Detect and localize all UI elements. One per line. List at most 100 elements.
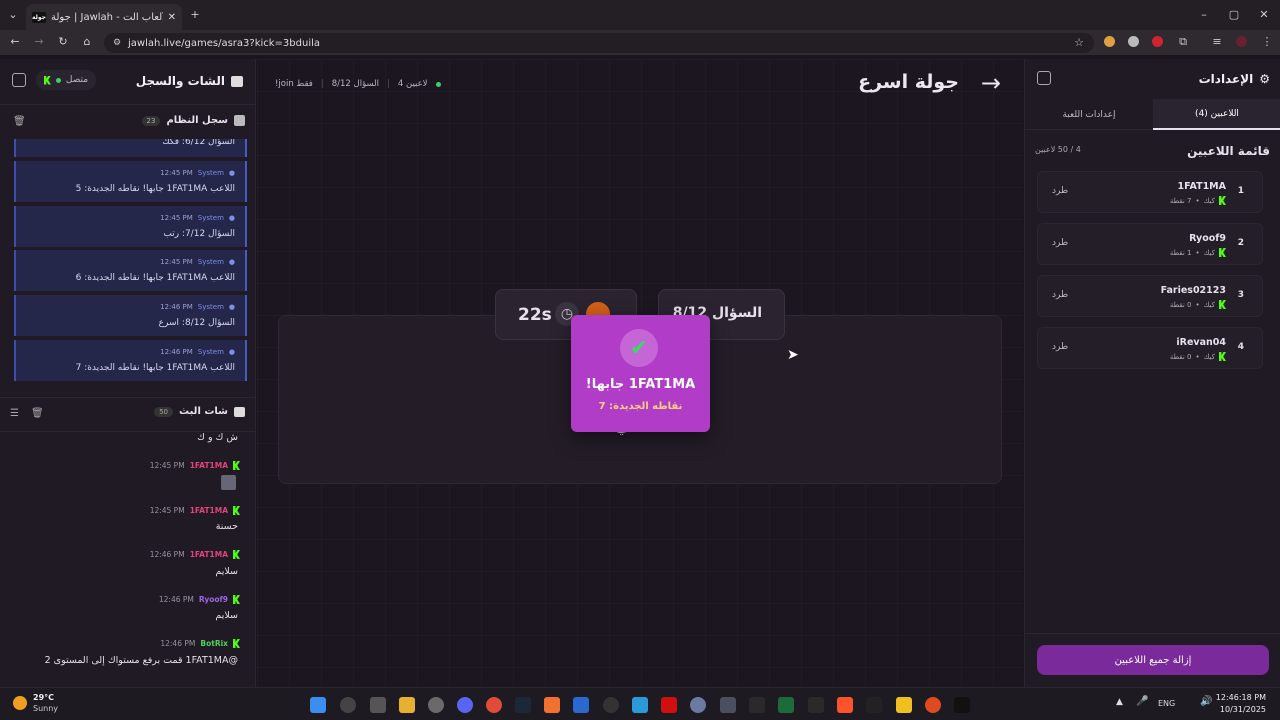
collapse-panel-icon[interactable] xyxy=(1037,71,1051,85)
epic-games-icon[interactable] xyxy=(808,697,824,713)
back-arrow-icon[interactable]: → xyxy=(981,69,1001,97)
tray-chevron-icon[interactable]: ▲ xyxy=(1116,697,1123,707)
connection-status: متصل xyxy=(36,70,96,90)
tab-search-icon[interactable]: ⌄ xyxy=(6,8,20,22)
popup-subtitle: نقاطه الجديدة: 7 xyxy=(598,401,683,412)
new-tab-icon[interactable]: + xyxy=(188,8,202,22)
system-log-list: السؤال 6/12: فكك 12:45 PM System ● اللاعب 1… xyxy=(0,139,256,469)
discord-icon[interactable] xyxy=(457,697,473,713)
forward-icon[interactable]: → xyxy=(32,35,46,49)
task-view-icon[interactable] xyxy=(370,697,386,713)
extensions-icon[interactable]: ⧉ xyxy=(1176,35,1190,49)
kick-player-button[interactable]: طرد xyxy=(1052,290,1068,300)
settings-icon[interactable] xyxy=(690,697,706,713)
correct-answer-popup: ✔ 1FAT1MA جابها! نقاطه الجديدة: 7 xyxy=(571,315,710,432)
online-dot-icon xyxy=(55,77,61,83)
profile-avatar[interactable] xyxy=(1236,36,1247,47)
stream-chat-list: ش ك و ك 12:45 PM 1FAT1MA 12:45 PM 1FAT1MA … xyxy=(0,431,256,687)
tab-players[interactable]: اللاعبين (4) xyxy=(1153,99,1280,130)
chat-meta: 12:46 PM BotRix xyxy=(160,639,240,648)
brave-icon[interactable] xyxy=(837,697,853,713)
kick-player-button[interactable]: طرد xyxy=(1052,186,1068,196)
maximize-icon[interactable]: ▢ xyxy=(1227,8,1241,22)
volume-icon[interactable]: 🔊 xyxy=(1200,696,1212,707)
browser-toolbar: ← → ↻ ⌂ ⚙ jawlah.live/games/asra3?kick=3… xyxy=(0,30,1280,55)
app-icon[interactable] xyxy=(544,697,560,713)
players-list-title: قائمة اللاعبين xyxy=(1187,144,1270,158)
reload-icon[interactable]: ↻ xyxy=(56,35,70,49)
media-icon[interactable]: ≡ xyxy=(1210,35,1224,49)
settings-header: ⚙ الإعدادات xyxy=(1199,72,1270,86)
chat-meta: 12:45 PM 1FAT1MA xyxy=(150,461,240,470)
tab-close-icon[interactable]: ✕ xyxy=(168,12,176,23)
trash-icon[interactable]: 🗑 xyxy=(31,408,44,419)
chat-header: الشات والسجل xyxy=(136,74,243,88)
chat-message-text: سلايم xyxy=(215,610,238,621)
extension-icon[interactable] xyxy=(1104,36,1115,47)
app-icon[interactable] xyxy=(954,697,970,713)
game-status-bar: !join فقط | السؤال 8/12 | 4 لاعبين xyxy=(275,79,441,89)
browser-tab-bar: ⌄ جولة جولة | Jawlah - منصة الألعاب الت.… xyxy=(0,0,1280,30)
chat-icon xyxy=(234,406,245,417)
tab-title: جولة | Jawlah - منصة الألعاب الت... xyxy=(51,11,163,23)
app-icon[interactable] xyxy=(428,697,444,713)
list-item: 12:45 PM System ● السؤال 7/12: رتب xyxy=(14,206,247,247)
close-window-icon[interactable]: ✕ xyxy=(1257,8,1271,22)
app-icon[interactable] xyxy=(720,697,736,713)
mic-icon[interactable]: 🎤 xyxy=(1136,696,1148,707)
player-name: iRevan04 xyxy=(1176,337,1226,348)
app-icon[interactable] xyxy=(896,697,912,713)
log-count-badge: 23 xyxy=(141,115,161,126)
stream-chat-title: شات البث xyxy=(179,406,228,417)
language-indicator[interactable]: ENG xyxy=(1158,699,1175,708)
site-info-icon[interactable]: ⚙ xyxy=(110,36,124,50)
file-explorer-icon[interactable] xyxy=(399,697,415,713)
app-icon[interactable] xyxy=(866,697,882,713)
kick-player-button[interactable]: طرد xyxy=(1052,342,1068,352)
app-icon[interactable] xyxy=(603,697,619,713)
kick-player-button[interactable]: طرد xyxy=(1052,238,1068,248)
app-icon[interactable] xyxy=(573,697,589,713)
chrome-icon[interactable] xyxy=(486,697,502,713)
address-bar[interactable]: ⚙ jawlah.live/games/asra3?kick=3bduila ☆ xyxy=(104,33,1094,53)
info-icon xyxy=(234,115,245,126)
chat-message-text: ش ك و ك xyxy=(197,432,238,443)
steam-icon[interactable] xyxy=(515,697,531,713)
chat-message-text: @1FAT1MA قمت برفع مستواك إلى المستوى 2 xyxy=(44,655,238,666)
trash-icon[interactable]: 🗑 xyxy=(13,116,26,127)
start-icon[interactable] xyxy=(310,697,326,713)
shield-icon[interactable] xyxy=(1128,36,1139,47)
search-icon[interactable] xyxy=(340,697,356,713)
player-row: 3 Faries02123 كيك • 0 نقطة طرد xyxy=(1037,275,1263,317)
tab-game-settings[interactable]: إعدادات اللعبة xyxy=(1025,99,1153,130)
settings-tabs: إعدادات اللعبة اللاعبين (4) xyxy=(1025,99,1280,130)
netflix-icon[interactable] xyxy=(661,697,677,713)
mouse-cursor-icon: ➤ xyxy=(787,347,799,363)
app-icon[interactable] xyxy=(632,697,648,713)
align-icon[interactable]: ☰ xyxy=(10,408,19,419)
weather-temp: 29°C xyxy=(33,693,55,702)
site-favicon: جولة xyxy=(32,11,46,23)
extension-icon[interactable] xyxy=(1152,36,1163,47)
app-icon[interactable] xyxy=(925,697,941,713)
weather-sun-icon xyxy=(13,696,27,710)
player-name: Ryoof9 xyxy=(1189,233,1226,244)
settings-title: الإعدادات xyxy=(1198,72,1254,86)
bookmark-star-icon[interactable]: ☆ xyxy=(1072,36,1086,50)
excel-icon[interactable] xyxy=(778,697,794,713)
status-label: متصل xyxy=(65,75,89,85)
players-online: 4 لاعبين xyxy=(397,79,428,89)
clock-date[interactable]: 10/31/2025 xyxy=(1220,705,1266,714)
timer-value: 22s xyxy=(518,305,552,325)
clock-time[interactable]: 12:46:18 PM xyxy=(1216,693,1266,702)
app-icon[interactable] xyxy=(749,697,765,713)
remove-all-players-button[interactable]: إزالة جميع اللاعبين xyxy=(1037,645,1269,675)
menu-icon[interactable]: ⋮ xyxy=(1260,35,1274,49)
home-icon[interactable]: ⌂ xyxy=(80,35,94,49)
collapse-panel-icon[interactable] xyxy=(12,73,26,87)
minimize-icon[interactable]: – xyxy=(1197,8,1211,22)
gear-icon: ⚙ xyxy=(1259,72,1270,86)
back-icon[interactable]: ← xyxy=(8,35,22,49)
browser-tab[interactable]: جولة جولة | Jawlah - منصة الألعاب الت...… xyxy=(26,4,182,30)
players-capacity: 4 / 50 لاعبين xyxy=(1035,145,1081,154)
